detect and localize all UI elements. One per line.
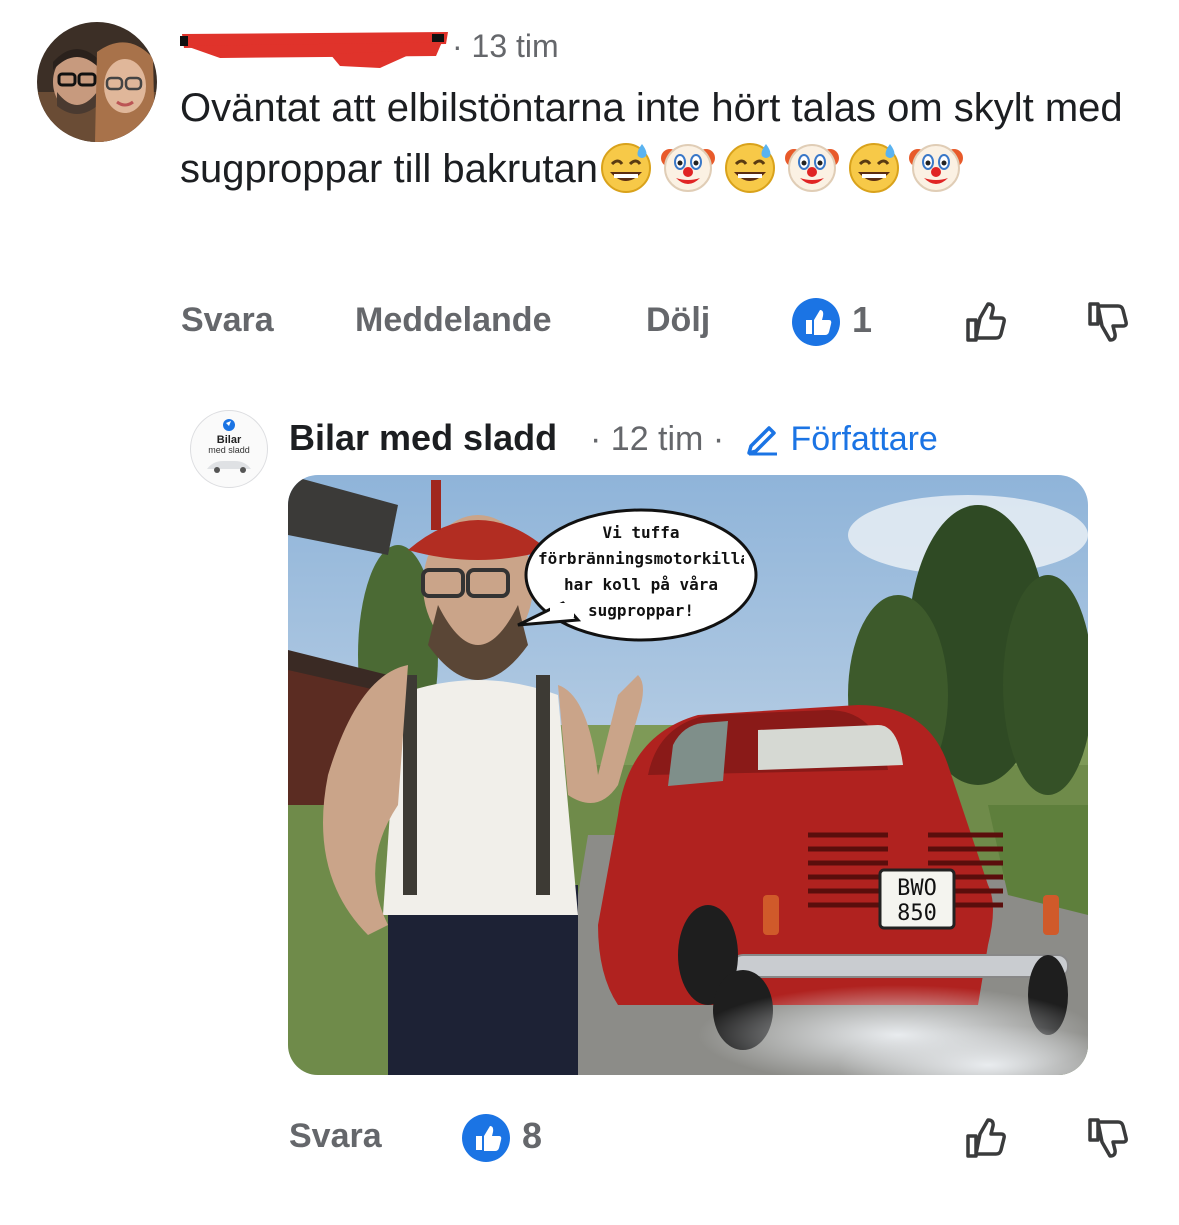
clown-face-emoji-icon bbox=[784, 138, 840, 194]
reply-reply-button[interactable]: Svara bbox=[289, 1114, 382, 1158]
author-badge: Författare bbox=[745, 418, 938, 460]
reply-author[interactable]: Bilar med sladd bbox=[289, 415, 557, 461]
speech-bubble-text: Vi tuffa förbränningsmotorkillar har kol… bbox=[538, 523, 744, 620]
reply-image[interactable]: BWO 850 Vi tuffa förbränningsmotorkillar… bbox=[288, 475, 1088, 1075]
clown-face-emoji-icon bbox=[660, 138, 716, 194]
comment-meta: · 13 tim bbox=[452, 24, 559, 68]
reply-like-count: 8 bbox=[522, 1115, 543, 1156]
comment-actions: Svara Meddelande Dölj 1 bbox=[0, 298, 1179, 348]
like-reaction-icon[interactable] bbox=[462, 1114, 510, 1162]
redaction-scribble bbox=[180, 32, 448, 68]
thumbs-down-icon[interactable] bbox=[1084, 1114, 1132, 1162]
thumbs-up-icon[interactable] bbox=[962, 298, 1010, 346]
like-reaction-icon[interactable] bbox=[792, 298, 840, 346]
comment-body: Oväntat att elbilstöntarna inte hört tal… bbox=[180, 78, 1140, 199]
commenter-avatar[interactable] bbox=[37, 22, 157, 142]
author-badge-label: Författare bbox=[790, 420, 938, 458]
thumbs-up-icon[interactable] bbox=[962, 1114, 1010, 1162]
reply-actions: Svara 8 bbox=[0, 1114, 1179, 1164]
hide-button[interactable]: Dölj bbox=[646, 298, 710, 342]
reply-time[interactable]: 12 tim bbox=[611, 420, 704, 458]
comment-time[interactable]: 13 tim bbox=[472, 28, 559, 64]
reply-button[interactable]: Svara bbox=[181, 298, 274, 342]
commenter-name-redacted[interactable] bbox=[180, 26, 452, 70]
page-avatar[interactable]: Bilar med sladd bbox=[190, 410, 268, 488]
message-button[interactable]: Meddelande bbox=[355, 298, 551, 342]
plate-line-1: BWO bbox=[897, 876, 937, 901]
plate-line-2: 850 bbox=[897, 901, 937, 926]
pencil-icon bbox=[747, 426, 777, 456]
sweat-smile-emoji-icon bbox=[598, 138, 654, 194]
like-count: 1 bbox=[852, 299, 873, 340]
reply-meta: · 12 tim · bbox=[590, 420, 725, 458]
sweat-smile-emoji-icon bbox=[846, 138, 902, 194]
clown-face-emoji-icon bbox=[908, 138, 964, 194]
thumbs-down-icon[interactable] bbox=[1084, 298, 1132, 346]
comment-emojis bbox=[598, 143, 970, 193]
sweat-smile-emoji-icon bbox=[722, 138, 778, 194]
avatar-label-2: med sladd bbox=[208, 445, 250, 455]
meta-separator: · bbox=[452, 28, 472, 64]
